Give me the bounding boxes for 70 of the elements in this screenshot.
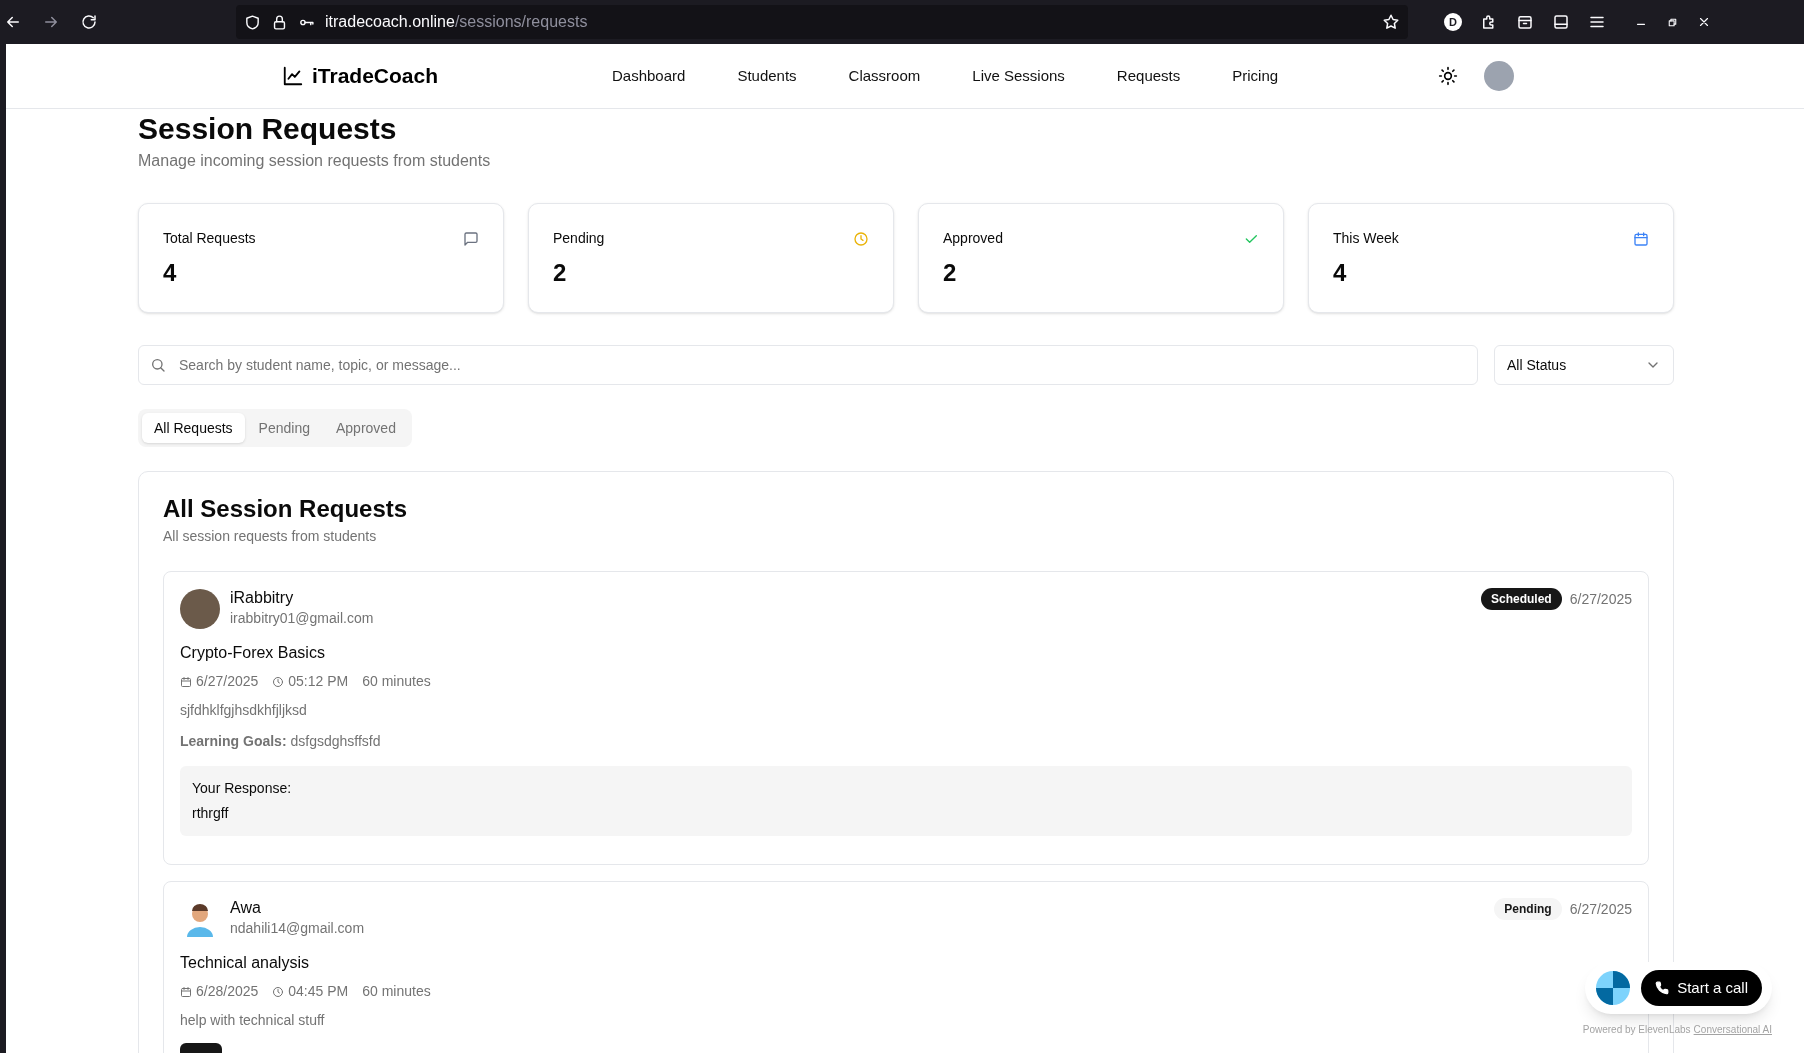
nav-link[interactable]: Dashboard [612, 64, 686, 88]
clock-icon [272, 675, 285, 688]
request-message: help with technical stuff [180, 1011, 325, 1030]
student-email: ndahili14@gmail.com [230, 919, 365, 938]
session-topic: Crypto-Forex Basics [180, 643, 326, 663]
close-icon[interactable] [1697, 15, 1711, 29]
address-bar[interactable]: itradecoach.online/sessions/requests [236, 5, 1408, 39]
chart-line-icon [282, 65, 304, 87]
learning-goals: Learning Goals: dsfgsdghsffsfd [180, 732, 382, 751]
clock-icon [272, 985, 285, 998]
stat-value: 4 [1333, 258, 1348, 288]
page-subtitle: Manage incoming session requests from students [138, 151, 492, 171]
response-label: Your Response: [192, 779, 293, 798]
phone-icon [1655, 981, 1670, 995]
calendar-icon [1633, 230, 1649, 247]
clock-icon [853, 230, 869, 247]
status-badge: Scheduled [1481, 588, 1562, 610]
stat-label: Total Requests [163, 229, 256, 248]
tab[interactable]: Pending [246, 413, 322, 443]
search-icon [150, 357, 166, 373]
student-name: iRabbitry [230, 588, 295, 608]
response-text: rthrgff [192, 804, 230, 823]
page-title: Session Requests [138, 111, 398, 147]
status-badge: Pending [1494, 898, 1562, 920]
session-time: 05:12 PM [288, 672, 349, 691]
session-duration: 60 minutes [362, 982, 431, 1001]
start-call-button[interactable]: Start a call [1641, 970, 1762, 1006]
stat-label: Pending [553, 229, 605, 248]
orb-icon [1595, 970, 1632, 1006]
url-text: itradecoach.online/sessions/requests [325, 12, 589, 32]
request-date: 6/27/2025 [1569, 899, 1632, 919]
sidebar-icon[interactable] [1552, 13, 1570, 31]
section-subtitle: All session requests from students [163, 527, 378, 546]
student-email: irabbitry01@gmail.com [230, 609, 374, 628]
lock-icon [271, 13, 288, 31]
session-date: 6/27/2025 [196, 672, 259, 691]
session-time: 04:45 PM [288, 982, 349, 1001]
stat-value: 2 [943, 258, 958, 288]
profile-button[interactable]: D [1444, 13, 1462, 31]
brand-name[interactable]: iTradeCoach [312, 60, 439, 92]
stat-value: 4 [163, 258, 178, 288]
nav-link[interactable]: Classroom [848, 64, 921, 88]
session-date: 6/28/2025 [196, 982, 259, 1001]
nav-link[interactable]: Live Sessions [972, 64, 1065, 88]
powered-by-text: Powered by ElevenLabs [1582, 1023, 1691, 1037]
nav-link[interactable]: Pricing [1232, 64, 1279, 88]
stat-label: Approved [943, 229, 1003, 248]
status-dropdown[interactable]: All Status [1494, 345, 1674, 385]
photo-placeholder [180, 588, 220, 629]
section-title: All Session Requests [163, 494, 409, 524]
calendar-icon [180, 985, 192, 998]
search-field[interactable]: Search by student name, topic, or message... [138, 345, 1478, 385]
calendar-icon [180, 675, 192, 688]
request-message: sjfdhklfgjhsdkhfjljksd [180, 701, 307, 720]
tray-icon[interactable] [1516, 13, 1534, 31]
nav-link[interactable]: Students [737, 64, 797, 88]
reload-icon[interactable] [80, 13, 98, 31]
stat-value: 2 [553, 258, 568, 288]
tab[interactable]: All Requests [142, 413, 245, 443]
stat-label: This Week [1333, 229, 1399, 248]
bookmark-star-icon[interactable] [1382, 13, 1400, 31]
session-duration: 60 minutes [362, 672, 431, 691]
shield-icon [244, 13, 261, 31]
chat-bubble-icon [463, 230, 479, 247]
student-name: Awa [230, 898, 262, 918]
theme-sun-icon[interactable] [1438, 66, 1459, 86]
tab[interactable]: Approved [324, 413, 408, 443]
session-topic: Technical analysis [180, 953, 310, 973]
request-date: 6/27/2025 [1569, 589, 1632, 609]
nav-link[interactable]: Requests [1116, 64, 1181, 88]
